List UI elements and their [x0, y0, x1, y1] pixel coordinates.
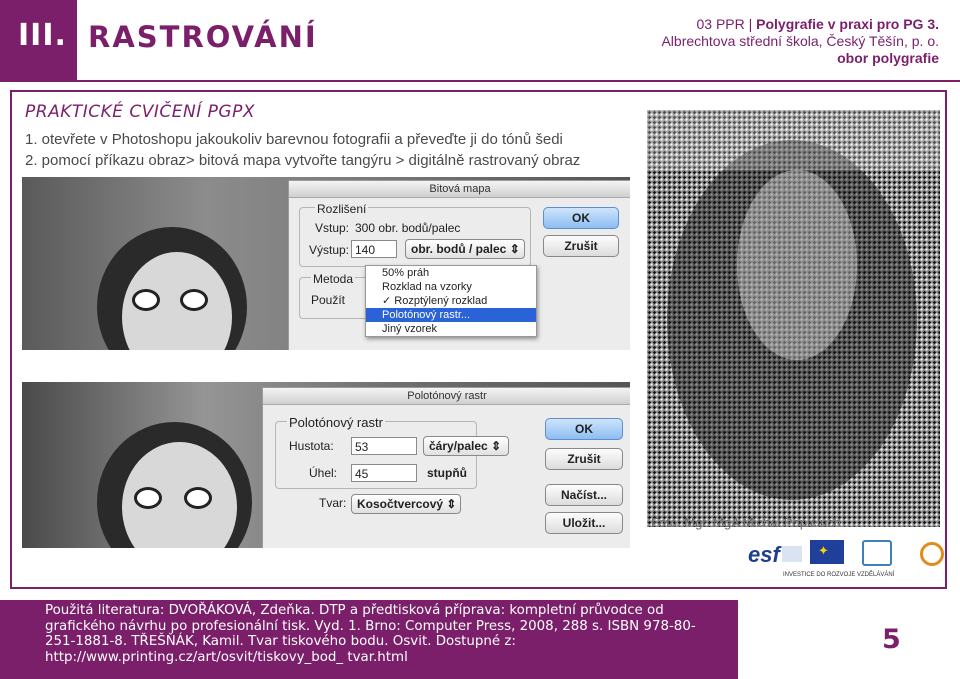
load-button[interactable]: Načíst... [545, 484, 623, 506]
use-label: Použít [311, 293, 346, 307]
portrait-eye-right [184, 487, 212, 509]
shape-select[interactable]: Kosočtvercový ⇕ [351, 494, 461, 514]
course-prefix: 03 PPR | [696, 16, 757, 32]
halftone-dialog-title: Polotónový rastr [263, 388, 630, 405]
resolution-group-label: Rozlišení [315, 202, 369, 216]
step-2: 2. pomocí příkazu obraz> bitová mapa vyt… [25, 152, 581, 169]
halftone-result-image [647, 110, 940, 527]
bitmap-dialog-title: Bitová mapa [289, 181, 630, 198]
output-resolution-label: Výstup: [309, 243, 350, 257]
bitmap-dialog: Bitová mapa Rozlišení Vstup: 300 obr. bo… [288, 180, 630, 350]
step-1: 1. otevřete v Photoshopu jakoukoliv bare… [25, 131, 563, 148]
halftone-face-shade [737, 170, 857, 360]
shape-select-value: Kosočtvercový [357, 497, 444, 511]
halftone-cancel-button[interactable]: Zrušit [545, 448, 623, 470]
chevron-updown-icon: ⇕ [446, 497, 457, 511]
unit-select[interactable]: obr. bodů / palec ⇕ [405, 239, 525, 259]
unit-select-value: obr. bodů / palec [411, 242, 507, 256]
page-title: RASTROVÁNÍ [88, 20, 318, 54]
section-title: PRAKTICKÉ CVIČENÍ PGPX [25, 102, 255, 122]
school-name: Albrechtova střední škola, Český Těšín, … [661, 33, 939, 49]
input-resolution-value: 300 obr. bodů/palec [355, 221, 461, 235]
msmt-logo-mark [862, 540, 892, 566]
halftone-ok-button[interactable]: OK [545, 418, 623, 440]
menu-item-threshold[interactable]: 50% práh [366, 266, 536, 280]
header-divider [0, 80, 960, 82]
ok-button[interactable]: OK [543, 207, 619, 229]
frequency-unit-select[interactable]: čáry/palec ⇕ [423, 436, 509, 456]
esf-logo-text: esf [748, 542, 780, 567]
screenshot-halftone-dialog: Polotónový rastr Polotónový rastr Hustot… [22, 382, 630, 548]
msmt-logo [858, 538, 894, 568]
cancel-button[interactable]: Zrušit [543, 235, 619, 257]
course-name: Polygrafie v praxi pro PG 3. [756, 16, 939, 32]
angle-label: Úhel: [309, 466, 338, 480]
portrait-eye-left [134, 487, 162, 509]
shape-label: Tvar: [319, 496, 347, 510]
menu-item-pattern-dither[interactable]: Rozklad na vzorky [366, 280, 536, 294]
eu-flag-logo: ✦ [810, 540, 844, 564]
op-logo-mark [920, 542, 944, 566]
method-group-label: Metoda [311, 272, 356, 286]
esf-logo: esf [748, 540, 806, 570]
eu-stars-icon: ✦ [818, 543, 829, 558]
angle-input[interactable]: 45 [351, 464, 417, 482]
logos-caption: INVESTICE DO ROZVOJE VZDĚLÁVÁNÍ [783, 572, 895, 578]
chapter-number: III. [18, 18, 67, 53]
halftone-group-label: Polotónový rastr [287, 415, 385, 430]
chevron-updown-icon: ⇕ [509, 242, 520, 256]
menu-item-custom-pattern[interactable]: Jiný vzorek [366, 322, 536, 336]
input-resolution-label: Vstup: [315, 221, 350, 235]
course-info: 03 PPR | Polygrafie v praxi pro PG 3. Al… [661, 16, 939, 67]
save-button[interactable]: Uložit... [545, 512, 623, 534]
esf-logo-mark [782, 546, 802, 562]
department: obor polygrafie [837, 50, 939, 66]
halftone-background-shade [647, 110, 940, 170]
angle-unit: stupňů [427, 466, 467, 480]
op-logo [916, 540, 944, 566]
frequency-label: Hustota: [289, 439, 334, 453]
halftone-dialog: Polotónový rastr Polotónový rastr Hustot… [262, 387, 630, 548]
portrait-eye-right [180, 289, 208, 311]
photo-credit: Foto: Mgr. MgA Michal Popieluch [651, 515, 842, 530]
screenshot-bitmap-dialog: Bitová mapa Rozlišení Vstup: 300 obr. bo… [22, 177, 630, 350]
chevron-updown-icon: ⇕ [491, 439, 502, 453]
menu-item-diffusion-dither[interactable]: ✓ Rozptýlený rozklad [366, 294, 536, 308]
method-menu[interactable]: 50% práh Rozklad na vzorky ✓ Rozptýlený … [365, 265, 537, 337]
frequency-input[interactable]: 53 [351, 437, 417, 455]
portrait-eye-left [132, 289, 160, 311]
page-number: 5 [882, 624, 901, 655]
menu-item-halftone-screen[interactable]: Polotónový rastr... [366, 308, 536, 322]
frequency-unit-value: čáry/palec [429, 439, 488, 453]
output-resolution-input[interactable]: 140 [351, 240, 397, 258]
literature-citation: Použitá literatura: DVOŘÁKOVÁ, Zdeňka. D… [45, 603, 696, 665]
